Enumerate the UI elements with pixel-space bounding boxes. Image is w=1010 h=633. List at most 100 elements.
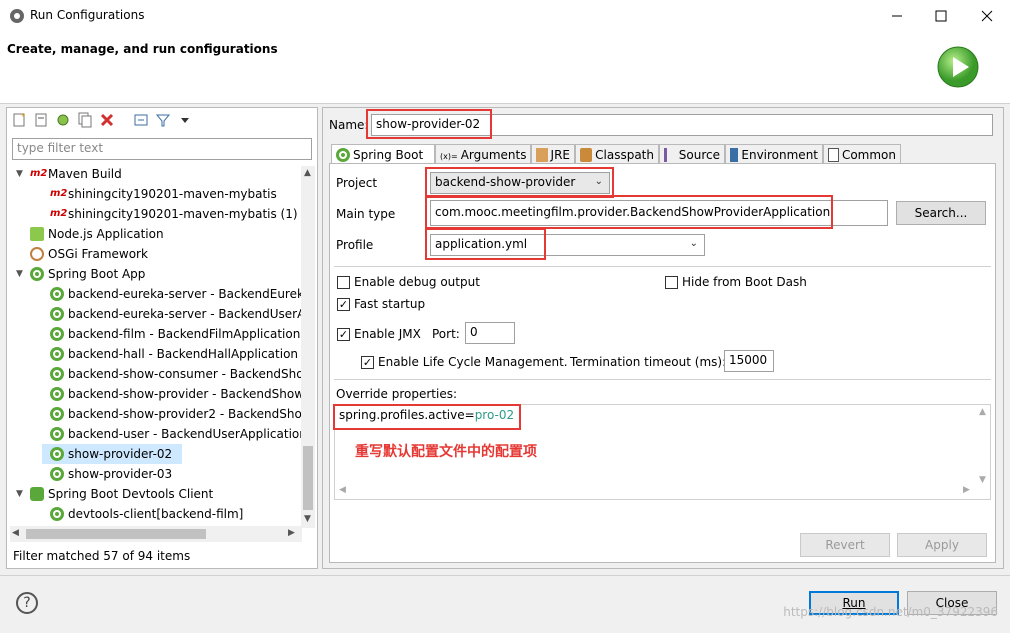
scroll-left-icon[interactable]: ◀ [12,528,19,538]
annotation-text: 重写默认配置文件中的配置项 [355,444,537,460]
enable-jmx-label: Enable JMX [354,327,421,341]
tab-label: Classpath [595,147,654,162]
lifecycle-label: Enable Life Cycle Management. [378,355,568,369]
spring-icon [50,367,64,381]
tab-arguments[interactable]: (x)= Arguments [435,144,531,164]
minimize-button[interactable] [874,0,920,32]
apply-button[interactable]: Apply [897,533,987,557]
configuration-editor-panel: Name: show-provider-02 Spring Boot (x)= Ar… [322,107,1004,569]
tree-item-label: Node.js Application [48,227,164,241]
filter-input[interactable]: type filter text [12,138,312,160]
tree-item[interactable]: m2 shiningcity190201-maven-mybatis (1) [10,204,302,224]
m2-icon: m2 [50,188,68,199]
tree-item[interactable]: show-provider-03 [10,464,302,484]
hide-boot-dash-checkbox[interactable] [665,276,678,289]
enable-debug-checkbox[interactable] [337,276,350,289]
spring-icon [50,347,64,361]
tab-label: Environment [741,147,818,162]
tree-item[interactable]: backend-eureka-server - BackendEurekaSer… [10,284,302,304]
scroll-down-icon[interactable]: ▼ [979,475,986,485]
tree-item[interactable]: Node.js Application [10,224,302,244]
duplicate-configuration-icon[interactable] [77,112,93,128]
classpath-icon [580,147,593,162]
editor-vertical-scrollbar[interactable]: ▲ ▼ [976,405,990,499]
spring-icon [50,507,64,521]
lifecycle-checkbox[interactable]: ✓ [361,356,374,369]
revert-button[interactable]: Revert [800,533,890,557]
maximize-button[interactable] [918,0,964,32]
collapse-all-icon[interactable] [133,112,149,128]
scroll-down-icon[interactable]: ▼ [304,514,311,524]
common-icon [828,147,839,162]
tree-item[interactable]: ▼ m2 Maven Build [10,166,302,184]
new-configuration-icon[interactable]: * [11,112,27,128]
delete-configuration-icon[interactable] [99,112,115,128]
environment-icon [730,147,739,162]
tree-item[interactable]: backend-show-provider - BackendShowProvi… [10,384,302,404]
svg-text:*: * [21,112,25,121]
tree-item-label: backend-eureka-server - BackendUserAppli… [68,307,302,321]
tree-item[interactable]: backend-show-provider2 - BackendShowProv… [10,404,302,424]
tab-classpath[interactable]: Classpath [575,144,659,164]
maximize-icon [935,10,947,22]
scroll-up-icon[interactable]: ▲ [979,407,986,417]
highlight-box-name [366,109,492,139]
tree-item[interactable]: m2 shiningcity190201-maven-mybatis [10,184,302,204]
fast-startup-checkbox[interactable]: ✓ [337,298,350,311]
filter-icon[interactable] [155,112,171,128]
scroll-right-icon[interactable]: ▶ [288,528,295,538]
tab-label: Arguments [460,147,527,162]
hscroll-thumb[interactable] [26,529,206,539]
expand-chevron-icon[interactable]: ▼ [16,264,26,284]
dialog-header: Create, manage, and run configurations [0,32,1010,104]
close-icon [981,10,993,22]
close-window-button[interactable] [964,0,1010,32]
tree-item-label: shiningcity190201-maven-mybatis (1) [68,207,298,221]
tree-item[interactable]: devtools-client[backend-film] [10,504,302,524]
tree-item-label: backend-show-consumer - BackendShowConsu… [68,367,302,381]
scroll-thumb[interactable] [303,446,313,510]
profile-label: Profile [336,238,374,252]
tab-spring-boot[interactable]: Spring Boot [331,144,435,164]
scroll-up-icon[interactable]: ▲ [304,168,311,178]
nodejs-icon [30,227,44,241]
tab-common[interactable]: Common [823,144,901,164]
tab-jre[interactable]: JRE [531,144,575,164]
enable-jmx-checkbox[interactable]: ✓ [337,328,350,341]
export-configuration-icon[interactable] [55,112,71,128]
expand-chevron-icon[interactable]: ▼ [16,166,26,184]
tree-item[interactable]: ▼ Spring Boot Devtools Client [10,484,302,504]
search-button[interactable]: Search... [896,201,986,225]
termination-field[interactable]: 15000 [724,350,774,372]
tree-item-label: backend-show-provider2 - BackendShowProv… [68,407,302,421]
expand-chevron-icon[interactable]: ▼ [16,484,26,504]
section-divider [334,266,991,267]
tree-item[interactable]: backend-film - BackendFilmApplication [10,324,302,344]
tree-item[interactable]: backend-user - BackendUserApplication [10,424,302,444]
scroll-left-icon[interactable]: ◀ [339,485,346,495]
spring-icon [50,447,64,461]
port-field[interactable]: 0 [465,322,515,344]
devtools-icon [30,487,44,501]
tree-item[interactable]: show-provider-02 [42,444,182,464]
tree-item[interactable]: backend-hall - BackendHallApplication [10,344,302,364]
tree-item[interactable]: OSGi Framework [10,244,302,264]
tab-environment[interactable]: Environment [725,144,823,164]
tree-item[interactable]: ▼ Spring Boot App [10,264,302,284]
tree-item[interactable]: backend-show-consumer - BackendShowConsu… [10,364,302,384]
tab-source[interactable]: Source [659,144,725,164]
scroll-right-icon[interactable]: ▶ [963,485,970,495]
new-prototype-icon[interactable] [33,112,49,128]
tree-horizontal-scrollbar[interactable]: ◀ ▶ [10,526,302,542]
tab-label: JRE [550,147,570,162]
help-icon[interactable]: ? [16,592,38,614]
chevron-down-icon: ⌄ [689,238,698,249]
tree-item-label: backend-show-provider - BackendShowProvi… [68,387,302,401]
termination-label: Termination timeout (ms): [570,355,727,369]
run-banner-icon [936,45,980,92]
tree-item-label: backend-eureka-server - BackendEurekaSer… [68,287,302,301]
tree-item[interactable]: backend-eureka-server - BackendUserAppli… [10,304,302,324]
view-menu-chevron-down-icon[interactable] [177,112,193,128]
window-title: Run Configurations [30,8,145,22]
tree-vertical-scrollbar[interactable]: ▲ ▼ [301,166,315,528]
